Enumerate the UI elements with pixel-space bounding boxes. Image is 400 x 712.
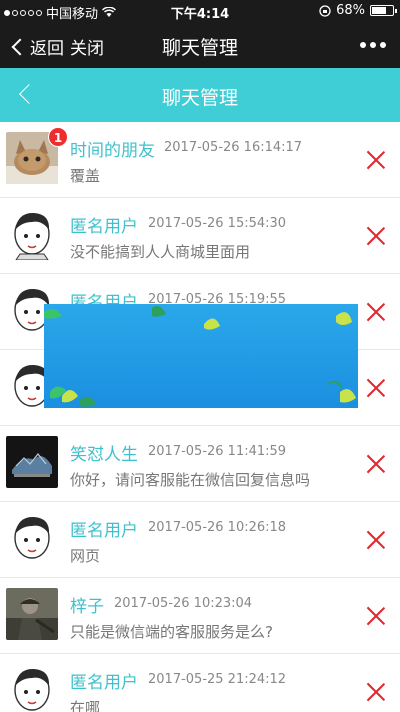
delete-icon[interactable] bbox=[366, 606, 386, 626]
avatar-cartoon-boy bbox=[6, 208, 58, 260]
chat-name: 梓子 bbox=[70, 597, 104, 617]
chat-name: 匿名用户 bbox=[70, 521, 138, 541]
avatar-cartoon-boy bbox=[6, 512, 58, 564]
chat-row[interactable]: 笑怼人生 2017-05-26 11:41:59 你好，请问客服能在微信回复信息… bbox=[0, 426, 400, 502]
delete-icon[interactable] bbox=[366, 454, 386, 474]
page-title: 聊天管理 bbox=[161, 87, 238, 109]
delete-icon[interactable] bbox=[366, 682, 386, 702]
chat-list: 1 时间的朋友 2017-05-26 16:14:17 覆盖 匿名用户 2017… bbox=[0, 122, 400, 712]
chat-row[interactable]: 1 时间的朋友 2017-05-26 16:14:17 覆盖 bbox=[0, 122, 400, 198]
chat-row[interactable]: 匿名用户 2017-05-26 10:26:18 网页 bbox=[0, 502, 400, 578]
delete-icon[interactable] bbox=[366, 302, 386, 322]
chat-name: 时间的朋友 bbox=[70, 141, 155, 161]
avatar-cartoon-boy bbox=[6, 664, 58, 712]
chat-time: 2017-05-25 21:24:12 bbox=[148, 672, 287, 687]
page-header: 聊天管理 bbox=[0, 68, 400, 122]
delete-icon[interactable] bbox=[366, 378, 386, 398]
avatar-old-photo bbox=[6, 588, 58, 640]
chat-message: 在哪 bbox=[70, 699, 101, 712]
chat-time: 2017-05-26 11:41:59 bbox=[148, 444, 287, 459]
battery-fill bbox=[372, 7, 386, 14]
overlay-banner[interactable] bbox=[44, 304, 358, 408]
chat-message: 没不能搞到人人商城里面用 bbox=[70, 243, 251, 261]
delete-icon[interactable] bbox=[366, 530, 386, 550]
chat-time: 2017-05-26 10:26:18 bbox=[148, 520, 287, 535]
chat-row[interactable]: 匿名用户 2017-05-25 21:24:12 在哪 bbox=[0, 654, 400, 712]
battery-icon bbox=[370, 5, 397, 16]
chat-time: 2017-05-26 16:14:17 bbox=[164, 140, 303, 155]
chat-name: 匿名用户 bbox=[70, 673, 138, 693]
chat-row[interactable]: 匿名用户 2017-05-26 15:54:30 没不能搞到人人商城里面用 bbox=[0, 198, 400, 274]
delete-icon[interactable] bbox=[366, 150, 386, 170]
unread-badge: 1 bbox=[48, 127, 68, 147]
chat-message: 你好，请问客服能在微信回复信息吗 bbox=[70, 471, 311, 489]
status-bar: 中国移动 下午4:14 68% bbox=[0, 0, 400, 22]
chat-row[interactable]: 梓子 2017-05-26 10:23:04 只能是微信端的客服服务是么? bbox=[0, 578, 400, 654]
chat-time: 2017-05-26 10:23:04 bbox=[114, 596, 253, 611]
nav-title: 聊天管理 bbox=[161, 37, 238, 59]
leaf-decoration bbox=[44, 306, 356, 407]
more-options-icon[interactable] bbox=[360, 42, 386, 48]
chat-name: 笑怼人生 bbox=[70, 445, 138, 465]
wechat-nav-bar: 返回 关闭 聊天管理 bbox=[0, 22, 400, 68]
chat-time: 2017-05-26 15:54:30 bbox=[148, 216, 287, 231]
rotation-lock-icon bbox=[319, 4, 331, 17]
chat-message: 只能是微信端的客服服务是么? bbox=[70, 623, 273, 641]
delete-icon[interactable] bbox=[366, 226, 386, 246]
chat-message: 网页 bbox=[70, 547, 101, 565]
status-right: 68% bbox=[319, 3, 397, 18]
battery-percent: 68% bbox=[336, 3, 365, 18]
avatar-dark-scene bbox=[6, 436, 58, 488]
chat-name: 匿名用户 bbox=[70, 217, 138, 237]
chat-message: 覆盖 bbox=[70, 167, 101, 185]
